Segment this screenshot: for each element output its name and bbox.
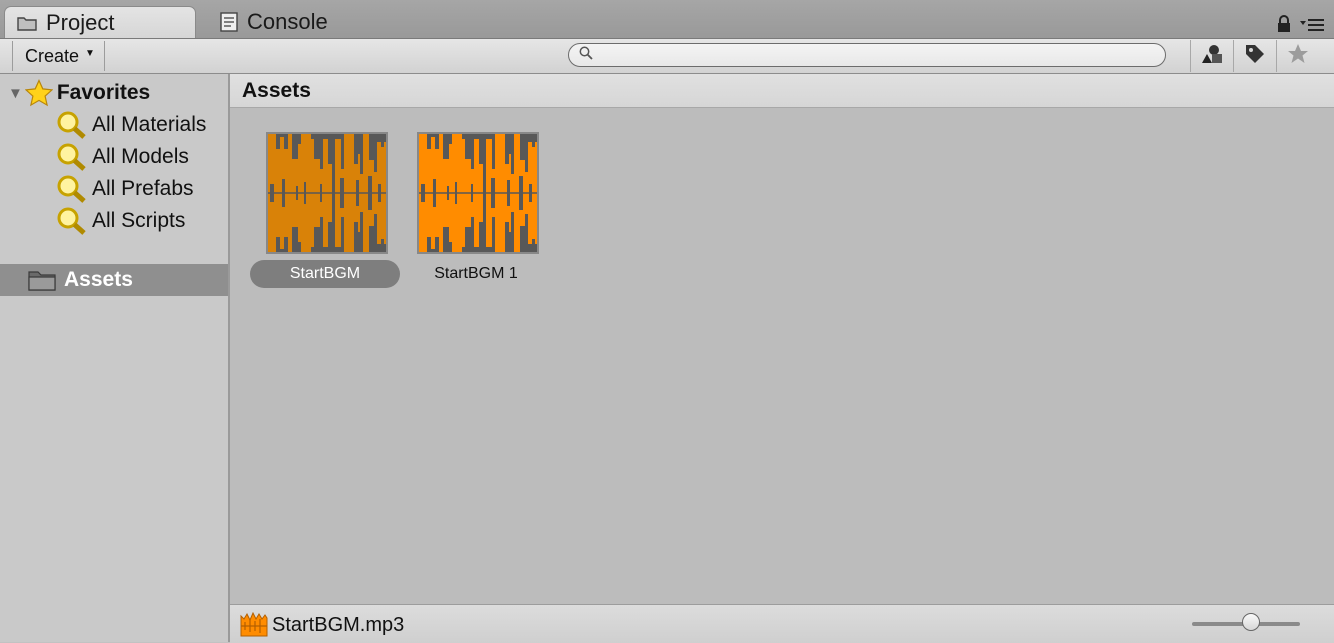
asset-item-startbgm-1[interactable]: StartBGM 1 — [417, 129, 567, 292]
favorite-all-materials[interactable]: All Materials — [56, 110, 206, 140]
toolbar: Create ▼ — [0, 39, 1334, 74]
audio-waveform-thumbnail[interactable] — [266, 129, 388, 257]
favorite-label: All Prefabs — [92, 177, 194, 200]
favorite-label: All Models — [92, 145, 189, 168]
filter-by-label-button[interactable] — [1233, 40, 1275, 72]
search-icon — [56, 111, 88, 139]
sidebar-item-assets[interactable]: Assets — [0, 264, 228, 296]
favorite-all-scripts[interactable]: All Scripts — [56, 206, 185, 236]
console-icon — [220, 12, 238, 32]
favorites-header[interactable]: ▼ Favorites — [8, 78, 150, 108]
breadcrumb: Assets — [230, 74, 1334, 108]
assets-label: Assets — [64, 268, 133, 291]
star-icon — [24, 79, 53, 107]
asset-item-startbgm[interactable]: StartBGM — [250, 129, 416, 292]
breadcrumb-assets[interactable]: Assets — [242, 79, 311, 103]
search-icon — [56, 207, 88, 235]
tag-icon — [1244, 43, 1266, 70]
audio-file-icon — [240, 612, 268, 638]
filter-type-icon — [1200, 44, 1224, 69]
favorite-button[interactable] — [1276, 40, 1318, 72]
selected-filename: StartBGM.mp3 — [272, 613, 405, 636]
asset-label: StartBGM — [250, 260, 400, 288]
status-bar: StartBGM.mp3 — [230, 604, 1334, 643]
asset-label: StartBGM 1 — [434, 265, 518, 282]
waveform-icon — [419, 129, 537, 257]
favorite-all-models[interactable]: All Models — [56, 142, 189, 172]
selected-file: StartBGM.mp3 — [240, 611, 404, 639]
tab-label: Project — [46, 9, 115, 35]
star-icon — [1287, 43, 1309, 70]
favorites-label: Favorites — [56, 81, 151, 104]
expand-triangle-icon[interactable]: ▼ — [8, 85, 23, 102]
create-button[interactable]: Create ▼ — [12, 41, 105, 71]
project-window: Project Console Create ▼ ▼ Favorites All… — [0, 0, 1334, 643]
project-sidebar: ▼ Favorites All Materials All Models All… — [0, 74, 230, 642]
favorite-label: All Materials — [92, 113, 207, 136]
tab-bar: Project Console — [0, 0, 1334, 39]
waveform-icon — [268, 129, 386, 257]
favorite-label: All Scripts — [92, 209, 186, 232]
search-input[interactable] — [599, 44, 1143, 66]
lock-icon[interactable] — [1276, 14, 1292, 39]
menu-icon[interactable] — [1300, 16, 1324, 37]
create-label: Create — [25, 45, 80, 66]
search-icon — [56, 143, 88, 171]
search-icon — [579, 46, 593, 65]
asset-browser: Assets StartBGM StartBGM 1 — [230, 74, 1334, 604]
folder-icon — [28, 268, 56, 292]
tab-project[interactable]: Project — [4, 6, 196, 38]
tab-console[interactable]: Console — [218, 6, 378, 38]
tab-label: Console — [247, 9, 328, 34]
filter-by-type-button[interactable] — [1190, 40, 1232, 72]
folder-icon — [17, 15, 37, 31]
favorite-all-prefabs[interactable]: All Prefabs — [56, 174, 194, 204]
zoom-slider-thumb[interactable] — [1242, 613, 1261, 631]
search-icon — [56, 175, 88, 203]
search-field[interactable] — [568, 43, 1166, 67]
audio-waveform-thumbnail[interactable] — [417, 129, 539, 257]
chevron-down-icon: ▼ — [85, 47, 95, 59]
